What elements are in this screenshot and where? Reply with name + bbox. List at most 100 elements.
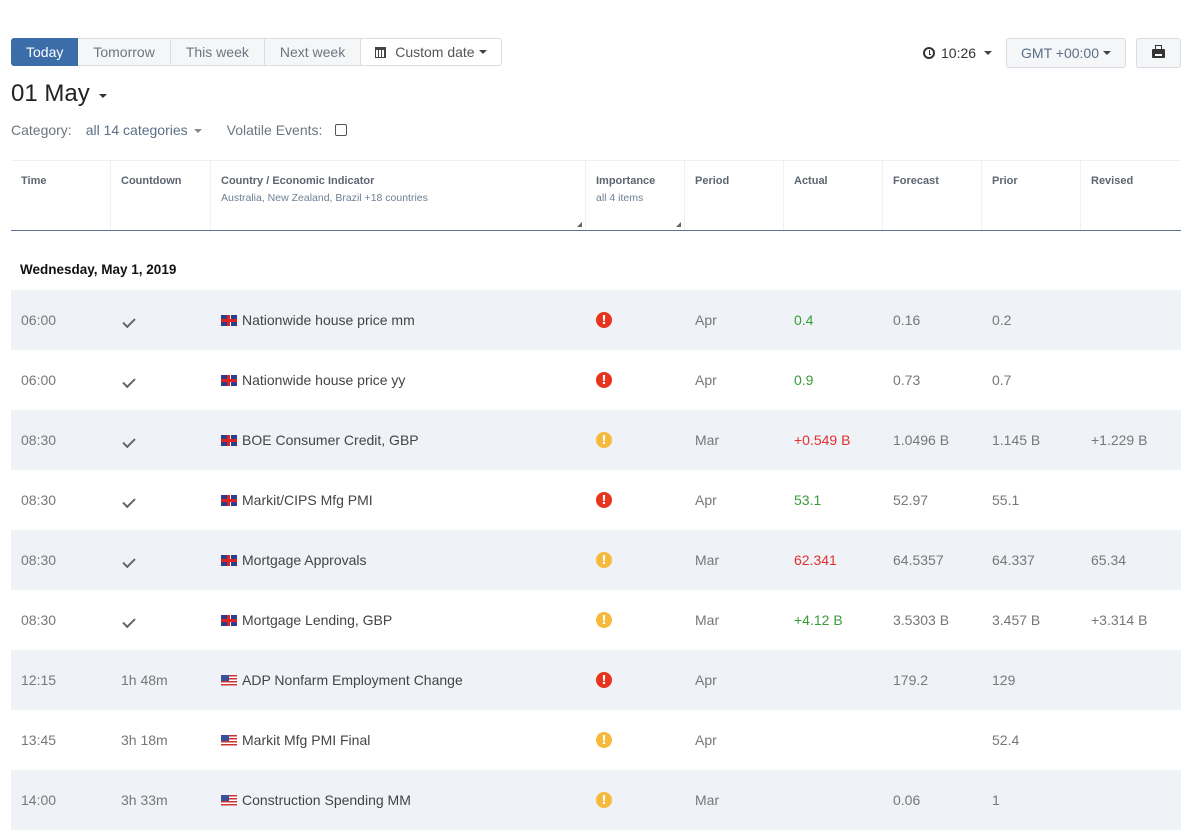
event-prior: 0.7: [992, 372, 1012, 388]
medium-importance-icon: !: [596, 792, 612, 808]
event-importance: !: [586, 492, 685, 508]
header-forecast[interactable]: Forecast: [883, 161, 982, 230]
event-name[interactable]: Construction Spending MM: [242, 792, 411, 808]
timezone-label: GMT +00:00: [1021, 45, 1099, 61]
header-countdown[interactable]: Countdown: [111, 161, 211, 230]
medium-importance-icon: !: [596, 432, 612, 448]
print-button[interactable]: [1136, 38, 1181, 68]
event-prior: 1.145 B: [992, 432, 1041, 448]
table-row[interactable]: 08:30 Mortgage Lending, GBP! Mar +4.12 B 3.5…: [11, 590, 1181, 650]
event-forecast: 3.5303 B: [893, 612, 950, 628]
table-row[interactable]: 13:45 3h 18m Markit Mfg PMI Final! Apr 52.4: [11, 710, 1181, 770]
tab-today[interactable]: Today: [11, 38, 79, 66]
uk-flag-icon: [221, 494, 237, 506]
custom-date-button[interactable]: Custom date: [361, 38, 502, 66]
event-indicator: Nationwide house price mm: [211, 312, 586, 328]
table-row[interactable]: 14:00 3h 33m Construction Spending MM! Mar 0…: [11, 770, 1181, 830]
header-actual-label: Actual: [794, 175, 828, 187]
check-icon: [122, 374, 136, 389]
check-icon: [122, 614, 136, 629]
right-toolbar: 10:26 GMT +00:00: [923, 38, 1181, 68]
event-time: 12:15: [21, 672, 57, 688]
table-row[interactable]: 06:00 Nationwide house price mm! Apr 0.4 0.1…: [11, 290, 1181, 350]
importance-filter-value[interactable]: all 4 items: [596, 192, 674, 204]
event-name[interactable]: Mortgage Lending, GBP: [242, 612, 392, 628]
chevron-down-icon: [984, 51, 993, 55]
table-row[interactable]: 12:15 1h 48m ADP Nonfarm Employment Change…: [11, 650, 1181, 710]
time-dropdown[interactable]: 10:26: [923, 45, 993, 61]
volatile-events-checkbox[interactable]: [335, 124, 348, 136]
event-indicator: ADP Nonfarm Employment Change: [211, 672, 586, 688]
event-time: 08:30: [21, 432, 57, 448]
date-range-selector: Today Tomorrow This week Next week Custo…: [11, 38, 502, 66]
us-flag-icon: [221, 734, 237, 746]
event-time: 14:00: [21, 792, 57, 808]
event-actual: +4.12 B: [794, 612, 843, 628]
event-name[interactable]: Markit Mfg PMI Final: [242, 732, 370, 748]
tab-tomorrow[interactable]: Tomorrow: [78, 38, 171, 66]
event-indicator: Mortgage Approvals: [211, 552, 586, 568]
event-countdown: [111, 552, 211, 569]
date-title-dropdown[interactable]: 01 May: [11, 80, 107, 108]
timezone-dropdown[interactable]: GMT +00:00: [1006, 38, 1126, 68]
print-icon: [1152, 44, 1165, 58]
table-row[interactable]: 08:30 BOE Consumer Credit, GBP! Mar +0.549 …: [11, 410, 1181, 470]
event-indicator: Construction Spending MM: [211, 792, 586, 808]
event-countdown: 3h 18m: [121, 732, 168, 748]
volatile-events-label: Volatile Events:: [226, 122, 323, 138]
resize-handle-icon[interactable]: [676, 222, 681, 227]
event-prior: 64.337: [992, 552, 1035, 568]
header-time[interactable]: Time: [11, 161, 111, 230]
table-row[interactable]: 06:00 Nationwide house price yy! Apr 0.9 0.7…: [11, 350, 1181, 410]
day-heading: Wednesday, May 1, 2019: [20, 262, 177, 277]
event-actual: 0.4: [794, 312, 814, 328]
event-period: Mar: [695, 612, 720, 628]
event-period: Mar: [695, 792, 720, 808]
event-actual: +0.549 B: [794, 432, 851, 448]
chevron-down-icon: [478, 50, 487, 54]
event-forecast: 64.5357: [893, 552, 944, 568]
event-forecast: 52.97: [893, 492, 929, 508]
event-forecast: 0.06: [893, 792, 921, 808]
header-period[interactable]: Period: [685, 161, 784, 230]
header-actual[interactable]: Actual: [784, 161, 883, 230]
table-row[interactable]: 08:30 Mortgage Approvals! Mar 62.341 64.5357…: [11, 530, 1181, 590]
chevron-down-icon: [193, 129, 202, 134]
tab-next-week[interactable]: Next week: [264, 38, 362, 66]
event-name[interactable]: Nationwide house price mm: [242, 312, 415, 328]
event-period: Mar: [695, 552, 720, 568]
resize-handle-icon[interactable]: [577, 222, 582, 227]
event-name[interactable]: Nationwide house price yy: [242, 372, 405, 388]
event-time: 13:45: [21, 732, 57, 748]
event-revised: 65.34: [1091, 552, 1127, 568]
event-name[interactable]: ADP Nonfarm Employment Change: [242, 672, 463, 688]
event-actual: 62.341: [794, 552, 837, 568]
header-indicator[interactable]: Country / Economic Indicator Australia, …: [211, 161, 586, 230]
event-period: Apr: [695, 312, 717, 328]
event-time: 08:30: [21, 552, 57, 568]
event-period: Mar: [695, 432, 720, 448]
calendar-icon: [375, 46, 387, 58]
events-table-body: 06:00 Nationwide house price mm! Apr 0.4 0.1…: [11, 290, 1181, 830]
header-revised[interactable]: Revised: [1081, 161, 1181, 230]
event-period: Apr: [695, 672, 717, 688]
tab-this-week[interactable]: This week: [170, 38, 265, 66]
event-time: 08:30: [21, 612, 57, 628]
category-value: all 14 categories: [85, 122, 188, 138]
event-name[interactable]: BOE Consumer Credit, GBP: [242, 432, 419, 448]
high-importance-icon: !: [596, 672, 612, 688]
event-name[interactable]: Markit/CIPS Mfg PMI: [242, 492, 373, 508]
event-countdown: 3h 33m: [121, 792, 168, 808]
country-filter-value[interactable]: Australia, New Zealand, Brazil +18 count…: [221, 192, 575, 204]
header-indicator-label: Country / Economic Indicator: [221, 175, 375, 187]
table-row[interactable]: 08:30 Markit/CIPS Mfg PMI! Apr 53.1 52.97 55.…: [11, 470, 1181, 530]
table-header: Time Countdown Country / Economic Indica…: [11, 160, 1181, 231]
event-name[interactable]: Mortgage Approvals: [242, 552, 367, 568]
header-importance[interactable]: Importance all 4 items: [586, 161, 685, 230]
high-importance-icon: !: [596, 372, 612, 388]
high-importance-icon: !: [596, 312, 612, 328]
category-dropdown[interactable]: all 14 categories: [86, 122, 202, 138]
header-prior[interactable]: Prior: [982, 161, 1081, 230]
event-time: 06:00: [21, 312, 57, 328]
event-prior: 129: [992, 672, 1016, 688]
